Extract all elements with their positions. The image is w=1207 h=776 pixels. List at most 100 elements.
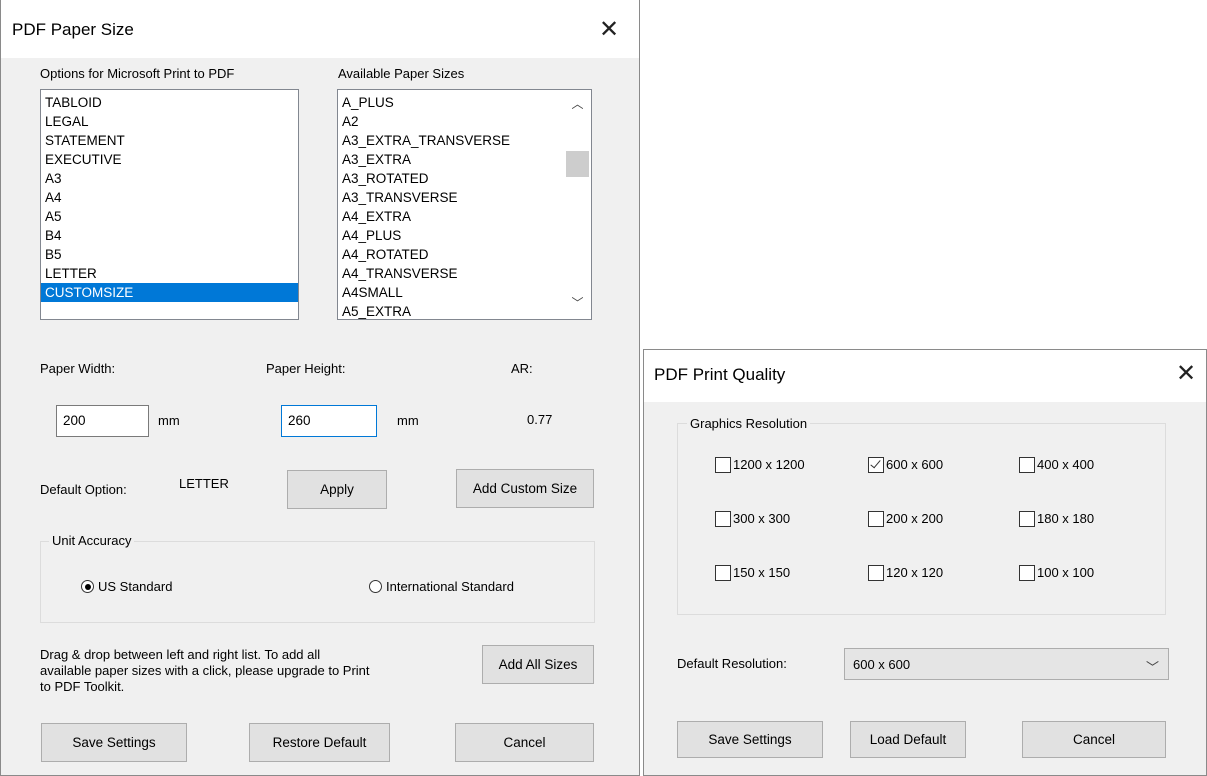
available-list-item[interactable]: A4SMALL: [338, 283, 591, 302]
options-list-item[interactable]: A5: [41, 207, 298, 226]
width-unit-label: mm: [158, 413, 180, 428]
options-list-label: Options for Microsoft Print to PDF: [40, 66, 235, 81]
options-list-item[interactable]: TABLOID: [41, 93, 298, 112]
resolution-checkbox[interactable]: 100 x 100: [1019, 564, 1094, 581]
international-standard-label: International Standard: [386, 579, 514, 595]
vertical-scrollbar[interactable]: ︿ ﹀: [564, 90, 591, 319]
options-list-item[interactable]: EXECUTIVE: [41, 150, 298, 169]
resolution-label: 200 x 200: [886, 511, 944, 527]
apply-button[interactable]: Apply: [287, 470, 387, 509]
help-text-line3: to PDF Toolkit.: [40, 679, 125, 694]
available-sizes-listbox[interactable]: A_PLUS A2 A3_EXTRA_TRANSVERSE A3_EXTRA A3_RO…: [337, 89, 592, 320]
resolution-checkbox[interactable]: 200 x 200: [868, 510, 943, 527]
options-list-item[interactable]: CUSTOMSIZE: [41, 283, 298, 302]
title-bar: PDF Paper Size ✕: [1, 0, 639, 58]
dialog-title: PDF Print Quality: [654, 365, 786, 384]
save-settings-button[interactable]: Save Settings: [41, 723, 187, 762]
radio-selected-icon: [81, 580, 94, 594]
checkbox-empty-icon: [715, 510, 731, 527]
resolution-label: 120 x 120: [886, 565, 944, 581]
cancel-button[interactable]: Cancel: [455, 723, 594, 762]
international-standard-radio[interactable]: International Standard: [369, 578, 514, 594]
options-list-item[interactable]: B5: [41, 245, 298, 264]
chevron-down-icon: ﹀: [1145, 660, 1159, 675]
close-icon[interactable]: ✕: [596, 17, 622, 43]
checkbox-empty-icon: [1019, 564, 1035, 581]
cancel-button[interactable]: Cancel: [1022, 721, 1166, 758]
available-list-item[interactable]: A4_PLUS: [338, 226, 591, 245]
height-unit-label: mm: [397, 413, 419, 428]
resolution-label: 1200 x 1200: [733, 457, 805, 473]
us-standard-radio[interactable]: US Standard: [81, 578, 172, 594]
dropdown-value: 600 x 600: [853, 657, 911, 672]
resolution-checkbox[interactable]: 180 x 180: [1019, 510, 1094, 527]
scroll-up-icon[interactable]: ︿: [564, 94, 591, 114]
checkbox-checked-icon: [868, 456, 884, 473]
resolution-checkbox[interactable]: 600 x 600: [868, 456, 943, 473]
resolution-checkbox[interactable]: 1200 x 1200: [715, 456, 805, 473]
checkbox-empty-icon: [868, 564, 884, 581]
available-list-item[interactable]: A_PLUS: [338, 93, 591, 112]
resolution-label: 150 x 150: [733, 565, 791, 581]
resolution-checkbox[interactable]: 300 x 300: [715, 510, 790, 527]
dialog-title: PDF Paper Size: [12, 20, 134, 39]
available-list-item[interactable]: A4_EXTRA: [338, 207, 591, 226]
help-text-line2: available paper sizes with a click, plea…: [40, 663, 370, 678]
us-standard-label: US Standard: [98, 579, 173, 595]
radio-unselected-icon: [369, 580, 382, 594]
checkbox-empty-icon: [868, 510, 884, 527]
resolution-checkbox[interactable]: 150 x 150: [715, 564, 790, 581]
resolution-label: 400 x 400: [1037, 457, 1095, 473]
available-list-item[interactable]: A5_EXTRA: [338, 302, 591, 319]
aspect-ratio-value: 0.77: [527, 412, 553, 427]
restore-default-button[interactable]: Restore Default: [249, 723, 390, 762]
available-list-item[interactable]: A3_TRANSVERSE: [338, 188, 591, 207]
scroll-down-icon[interactable]: ﹀: [564, 293, 591, 313]
graphics-resolution-title: Graphics Resolution: [687, 416, 811, 431]
resolution-checkbox[interactable]: 400 x 400: [1019, 456, 1094, 473]
save-settings-button[interactable]: Save Settings: [677, 721, 823, 758]
checkbox-empty-icon: [1019, 456, 1035, 473]
checkbox-empty-icon: [715, 564, 731, 581]
pdf-paper-size-dialog: PDF Paper Size ✕ Options for Microsoft P…: [0, 0, 640, 776]
scroll-thumb[interactable]: [566, 151, 589, 177]
add-all-sizes-button[interactable]: Add All Sizes: [482, 645, 594, 684]
options-list-item[interactable]: A4: [41, 188, 298, 207]
help-text-line1: Drag & drop between left and right list.…: [40, 647, 321, 662]
paper-width-input[interactable]: 200: [56, 405, 149, 437]
available-list-item[interactable]: A3_EXTRA_TRANSVERSE: [338, 131, 591, 150]
paper-width-label: Paper Width:: [40, 361, 116, 376]
resolution-checkbox[interactable]: 120 x 120: [868, 564, 943, 581]
title-bar: PDF Print Quality ✕: [644, 350, 1206, 402]
options-listbox[interactable]: TABLOID LEGAL STATEMENT EXECUTIVE A3 A4 A5 B4 B5…: [40, 89, 299, 320]
options-list-item[interactable]: B4: [41, 226, 298, 245]
available-list-label: Available Paper Sizes: [338, 66, 465, 81]
pdf-print-quality-dialog: PDF Print Quality ✕ Graphics Resolution …: [643, 349, 1207, 776]
paper-height-label: Paper Height:: [266, 361, 346, 376]
available-list-item[interactable]: A3_ROTATED: [338, 169, 591, 188]
checkbox-empty-icon: [1019, 510, 1035, 527]
options-list-item[interactable]: LEGAL: [41, 112, 298, 131]
resolution-label: 100 x 100: [1037, 565, 1095, 581]
paper-height-input[interactable]: 260: [281, 405, 377, 437]
options-list-item[interactable]: LETTER: [41, 264, 298, 283]
options-list-item[interactable]: A3: [41, 169, 298, 188]
checkbox-empty-icon: [715, 456, 731, 473]
resolution-label: 300 x 300: [733, 511, 791, 527]
default-resolution-dropdown[interactable]: 600 x 600 ﹀: [844, 648, 1169, 680]
aspect-ratio-label: AR:: [511, 361, 533, 376]
load-default-button[interactable]: Load Default: [850, 721, 966, 758]
available-list-item[interactable]: A3_EXTRA: [338, 150, 591, 169]
unit-accuracy-title: Unit Accuracy: [49, 533, 135, 548]
close-icon[interactable]: ✕: [1173, 361, 1199, 387]
default-resolution-label: Default Resolution:: [677, 656, 787, 671]
add-custom-size-button[interactable]: Add Custom Size: [456, 469, 594, 508]
available-list-item[interactable]: A2: [338, 112, 591, 131]
options-list-item[interactable]: STATEMENT: [41, 131, 298, 150]
default-option-label: Default Option:: [40, 482, 127, 497]
available-list-item[interactable]: A4_TRANSVERSE: [338, 264, 591, 283]
available-list-item[interactable]: A4_ROTATED: [338, 245, 591, 264]
default-option-value: LETTER: [179, 476, 229, 491]
resolution-label: 600 x 600: [886, 457, 944, 473]
resolution-label: 180 x 180: [1037, 511, 1095, 527]
